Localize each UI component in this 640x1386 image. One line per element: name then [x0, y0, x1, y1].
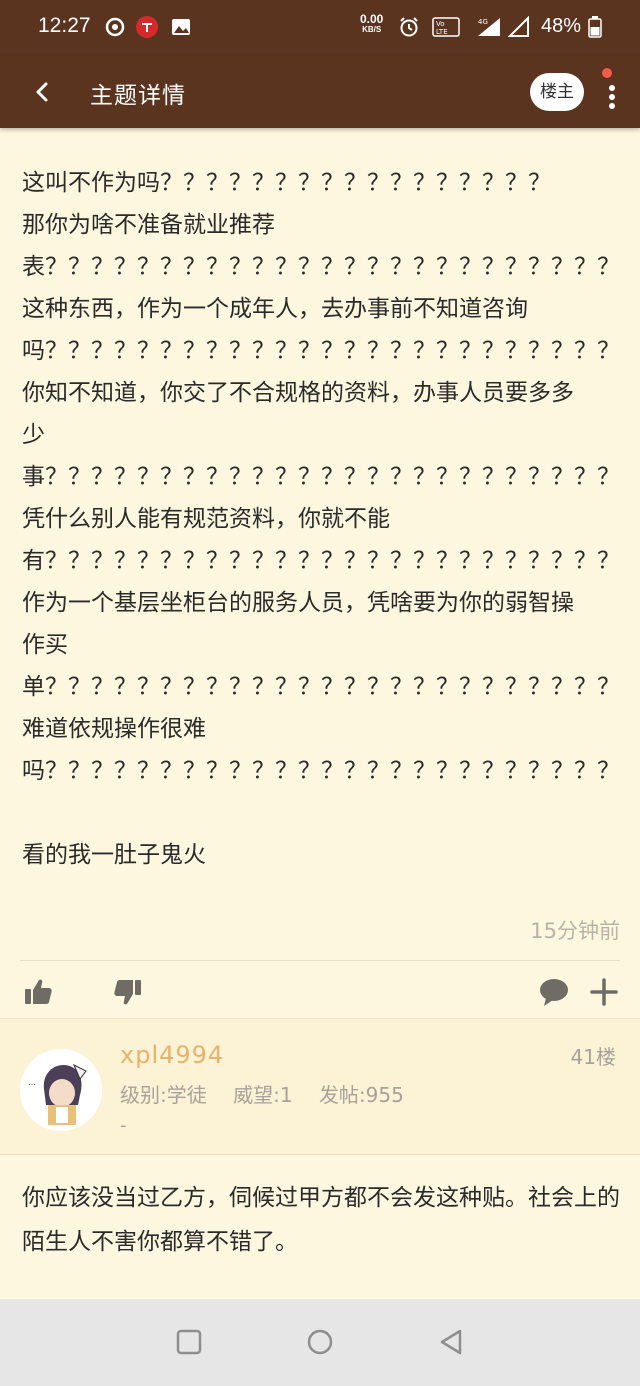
svg-text:LTE: LTE [436, 28, 448, 36]
netease-icon [105, 17, 125, 37]
add-icon[interactable] [588, 976, 620, 1008]
avatar-image: … [20, 1049, 102, 1131]
reply-header: … xpl4994 41楼 级别:学徒 威望:1 发帖:955 - [0, 1018, 640, 1155]
floor-number: 41楼 [570, 1045, 616, 1069]
svg-text:Vo: Vo [436, 20, 445, 28]
signal-4g-icon: 4G [478, 18, 500, 36]
notification-red-icon [136, 16, 158, 38]
image-icon [172, 19, 190, 35]
svg-text:…: … [28, 1078, 36, 1087]
signal-icon [508, 16, 529, 37]
net-speed: 0.00 KB/S [360, 13, 383, 34]
back-arrow-icon[interactable] [26, 76, 58, 108]
user-meta: 级别:学徒 威望:1 发帖:955 [120, 1079, 424, 1108]
net-speed-value: 0.00 [360, 12, 384, 26]
svg-text:4G: 4G [478, 18, 488, 26]
thumbs-up-icon[interactable] [22, 976, 54, 1008]
avatar[interactable]: … [20, 1049, 102, 1131]
net-speed-unit: KB/S [362, 25, 382, 34]
battery-percent: 48% [541, 15, 582, 37]
divider [20, 960, 620, 961]
divider [0, 1154, 640, 1155]
notification-dot [602, 68, 612, 78]
comment-icon[interactable] [538, 976, 570, 1008]
user-post-count: 发帖:955 [318, 1083, 404, 1107]
post-time: 15分钟前 [530, 919, 620, 943]
post-body: 这叫不作为吗？？？？？？？？？？？？？？？？？ 那你为啥不准备就业推荐 表？？？… [22, 170, 620, 868]
reply-body: 你应该没当过乙方，伺候过甲方都不会发这种贴。社会上的陌生人不害你都算不错了。 [22, 1185, 620, 1255]
back-nav-icon[interactable] [436, 1327, 466, 1357]
volte-icon: Vo LTE [432, 17, 460, 37]
user-signature: - [120, 1115, 127, 1136]
post-actions [0, 968, 640, 1014]
more-options-icon[interactable] [600, 72, 624, 114]
status-bar: 12:27 0.00 KB/S Vo LTE 4G 48% [0, 0, 640, 56]
thumbs-down-icon[interactable] [112, 976, 144, 1008]
system-nav-bar [0, 1299, 640, 1386]
user-level: 级别:学徒 [120, 1083, 207, 1107]
battery-icon [588, 16, 602, 38]
user-reputation: 威望:1 [233, 1083, 293, 1107]
recent-apps-icon[interactable] [174, 1327, 204, 1357]
reply-username[interactable]: xpl4994 [120, 1041, 224, 1069]
page-title: 主题详情 [90, 83, 186, 109]
app-bar: 主题详情 楼主 [0, 56, 640, 128]
status-time: 12:27 [38, 14, 91, 37]
louzhu-button[interactable]: 楼主 [530, 73, 584, 111]
alarm-icon [400, 17, 418, 37]
home-icon[interactable] [305, 1327, 335, 1357]
